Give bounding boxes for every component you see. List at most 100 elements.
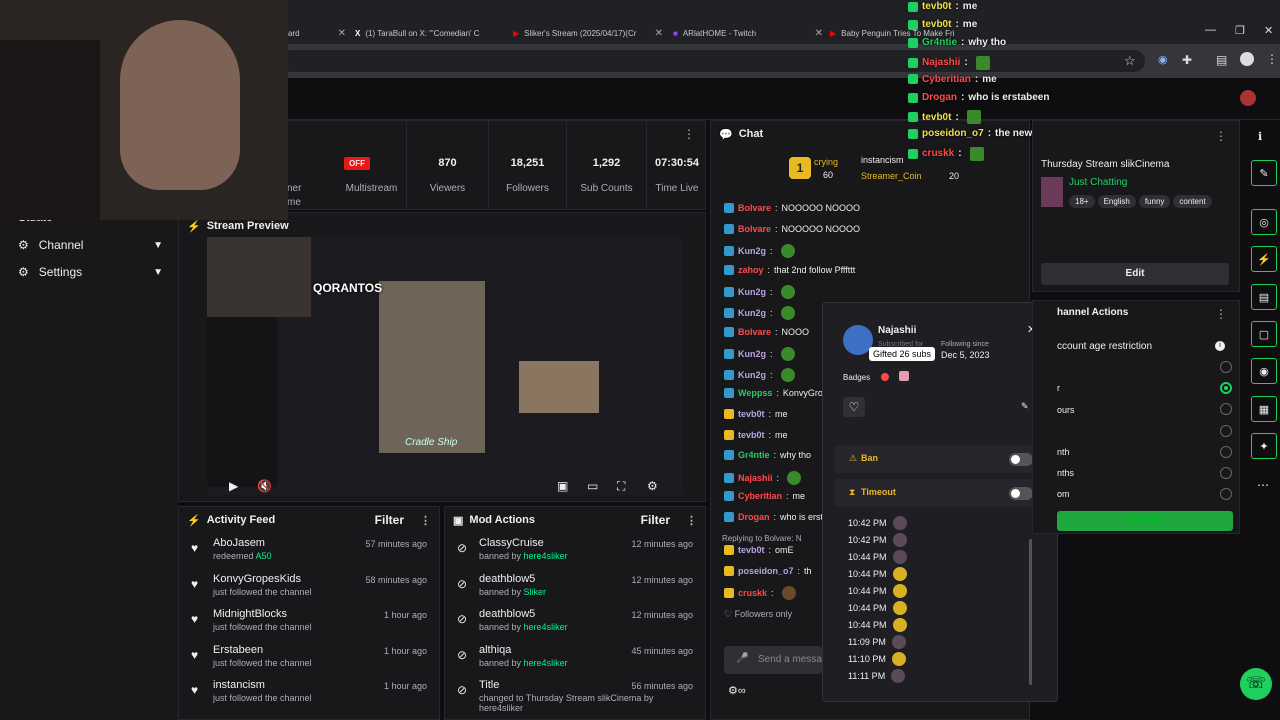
address-bar[interactable] — [280, 50, 1145, 72]
info-icon[interactable]: ℹ — [1258, 130, 1262, 143]
chat-message[interactable]: Najashii: — [724, 470, 802, 485]
feed-name[interactable]: MidnightBlocks — [213, 608, 287, 620]
feed-row[interactable]: ⊘ deathblow5 banned by Sliker 12 minutes ag… — [453, 573, 697, 609]
chat-message[interactable]: Weppss: KonvyGrop — [724, 388, 828, 399]
wrench-tool-icon[interactable]: ✦ — [1251, 433, 1277, 459]
feed-row[interactable]: ⊘ althiqa banned by here4sliker 45 minutes … — [453, 644, 697, 680]
fullscreen-icon[interactable]: ⛶ — [617, 479, 625, 494]
close-icon[interactable]: ✕ — [815, 28, 823, 39]
filter-button[interactable]: Filter — [641, 513, 670, 527]
chat-username[interactable]: Weppss — [738, 388, 772, 398]
chat-message[interactable]: Cyberitian: me — [724, 491, 805, 502]
feed-detail-highlight[interactable]: here4sliker — [524, 658, 568, 668]
feed-name[interactable]: KonvyGropesKids — [213, 573, 301, 585]
feed-name[interactable]: Title — [479, 679, 499, 691]
feed-row[interactable]: ⊘ Title changed to Thursday Stream slikCin… — [453, 679, 697, 715]
chat-message[interactable]: cruskk: — [724, 586, 796, 601]
chat-username[interactable]: tevb0t — [738, 430, 765, 440]
edit-button[interactable]: Edit — [1041, 263, 1229, 285]
support-icon[interactable]: ☏ — [1240, 668, 1272, 700]
chat-message[interactable]: Bolvare: NOOO — [724, 326, 809, 337]
tag[interactable]: English — [1097, 195, 1136, 208]
lightning-tool-icon[interactable]: ⚡ — [1251, 246, 1277, 272]
chat-username[interactable]: Bolvare — [738, 203, 771, 213]
chat-username[interactable]: Bolvare — [738, 224, 771, 234]
tag[interactable]: funny — [1138, 195, 1171, 208]
feed-row[interactable]: ⊘ ClassyCruise banned by here4sliker 12 min… — [453, 537, 697, 573]
chat-username[interactable]: Drogan — [738, 512, 770, 522]
theatre-icon[interactable]: ▭ — [587, 479, 598, 493]
feed-name[interactable]: deathblow5 — [479, 608, 535, 620]
chat-username[interactable]: Kun2g — [738, 246, 766, 256]
gear-icon[interactable]: ⚙ — [647, 479, 658, 493]
chat-username[interactable]: Gr4ntie — [738, 450, 770, 460]
sidebar-icon[interactable]: ▤ — [1216, 53, 1227, 67]
radio-option[interactable] — [1220, 361, 1232, 373]
close-icon[interactable]: ✕ — [655, 28, 663, 39]
feed-row[interactable]: ♥ KonvyGropesKids just followed the channe… — [187, 573, 431, 609]
browser-tab[interactable]: X (1) TaraBull on X: "'Comedian' C — [355, 22, 505, 44]
confirm-button[interactable]: Confirm — [1057, 511, 1233, 531]
feed-row[interactable]: ♥ Erstabeen just followed the channel 1 hou… — [187, 644, 431, 680]
pin-icon[interactable]: ✎ — [1021, 401, 1029, 412]
category-link[interactable]: Just Chatting — [1069, 177, 1127, 188]
ban-row[interactable]: ⚠ Ban — [835, 445, 1047, 473]
feed-name[interactable]: ClassyCruise — [479, 537, 544, 549]
mute-icon[interactable]: 🔇 — [257, 479, 272, 493]
feed-row[interactable]: ♥ AboJasem redeemed A50 57 minutes ago — [187, 537, 431, 573]
feed-row[interactable]: ♥ MidnightBlocks just followed the channel… — [187, 608, 431, 644]
document-tool-icon[interactable]: ▤ — [1251, 284, 1277, 310]
star-icon[interactable]: ☆ — [1124, 53, 1136, 69]
chat-message[interactable]: Kun2g: — [724, 367, 795, 382]
chat-username[interactable]: Kun2g — [738, 287, 766, 297]
mic-icon[interactable]: 🎤 — [736, 653, 748, 664]
menu-icon[interactable]: ⋮ — [1266, 52, 1278, 66]
play-icon[interactable]: ▶ — [229, 479, 238, 493]
browser-tab[interactable]: ▶ Sliker's Stream (2025/04/17)(Cr ✕ — [513, 22, 663, 44]
chat-message[interactable]: tevb0t: me — [724, 429, 788, 440]
info-icon[interactable]: i — [1215, 341, 1225, 351]
close-window-icon[interactable]: ✕ — [1264, 24, 1273, 37]
tag[interactable]: content — [1173, 195, 1212, 208]
edit-tool-icon[interactable]: ✎ — [1251, 160, 1277, 186]
profile-icon[interactable] — [1240, 52, 1254, 66]
chat-username[interactable]: cruskk — [738, 588, 767, 598]
kebab-icon[interactable]: ⋮ — [1215, 129, 1227, 143]
radio-option-selected[interactable] — [1220, 382, 1232, 394]
chat-message[interactable]: Kun2g: — [724, 244, 795, 259]
chat-message[interactable]: tevb0t: me — [724, 409, 788, 419]
filter-button[interactable]: Filter — [375, 513, 404, 527]
feed-detail-highlight[interactable]: here4sliker — [524, 551, 568, 561]
kebab-icon[interactable]: ⋮ — [1215, 307, 1227, 321]
nav-item-settings[interactable]: ⚙ Settings ▼ — [18, 265, 163, 279]
chat-username[interactable]: tevb0t — [738, 545, 765, 555]
radio-option[interactable] — [1220, 425, 1232, 437]
chat-message[interactable]: Bolvare: NOOOOO NOOOO — [724, 223, 860, 234]
badge-icon[interactable] — [881, 373, 889, 381]
chat-message[interactable]: Drogan: who is ersta — [724, 512, 828, 522]
maximize-icon[interactable]: ❐ — [1235, 24, 1245, 37]
nav-item-channel[interactable]: ⚙ Channel ▼ — [18, 238, 163, 252]
radio-option[interactable] — [1220, 403, 1232, 415]
chat-username[interactable]: Kun2g — [738, 370, 766, 380]
chat-username[interactable]: tevb0t — [738, 409, 765, 419]
feed-name[interactable]: instancism — [213, 679, 265, 691]
extension-icon[interactable]: ◉ — [1158, 53, 1168, 66]
chat-input[interactable]: 🎤 Send a messa — [724, 646, 822, 674]
camera-tool-icon[interactable]: ◎ — [1251, 209, 1277, 235]
kebab-icon[interactable]: ⋮ — [686, 514, 697, 527]
close-icon[interactable]: ✕ — [338, 28, 346, 39]
avatar[interactable] — [1240, 90, 1256, 106]
chat-username[interactable]: Najashii — [738, 473, 773, 483]
chat-tool-icon[interactable]: ▢ — [1251, 321, 1277, 347]
chat-username[interactable]: zahoy — [738, 265, 764, 275]
feed-detail-highlight[interactable]: A50 — [256, 551, 272, 561]
stat-cell-multistream[interactable]: OFF Multistream — [337, 121, 407, 209]
radio-option[interactable] — [1220, 467, 1232, 479]
chat-message[interactable]: Kun2g: — [724, 347, 795, 362]
feed-row[interactable]: ♥ instancism just followed the channel 1 ho… — [187, 679, 431, 715]
radio-option[interactable] — [1220, 488, 1232, 500]
kebab-icon[interactable]: ⋮ — [420, 514, 431, 527]
heart-icon[interactable]: ♡ — [843, 397, 865, 417]
clip-icon[interactable]: ▣ — [557, 479, 568, 493]
